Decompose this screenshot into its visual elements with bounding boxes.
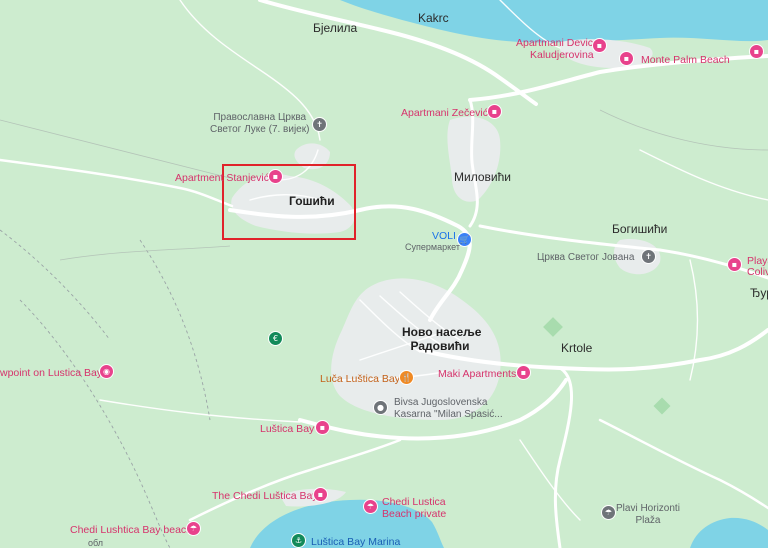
label-bjelila[interactable]: Бјелила [313,21,357,35]
label-bottom-cut: обл [88,538,104,548]
poi-kasarna-line-1: Bivsa Jugoslovenska [394,397,488,408]
poi-marina-label[interactable]: Luštica Bay Marina [311,536,400,548]
poi-zecevic-label[interactable]: Apartmani Zečević [401,107,488,119]
contour-1 [0,119,231,179]
camera-icon-viewpoint[interactable]: ◉ [99,364,114,379]
restaurant-icon-luca[interactable]: 🍴 [399,370,414,385]
poi-maki-label[interactable]: Maki Apartments [438,368,516,380]
poi-chedi-label[interactable]: The Chedi Luštica Bay [212,490,318,502]
hotel-icon-east[interactable]: ▪ [749,44,764,59]
minor-road-13 [99,399,301,423]
poi-church-luke-line-2: Светог Луке (7. вијек) [210,124,310,135]
marina-icon[interactable]: ⚓ [291,533,306,548]
trail-2 [0,229,111,341]
poi-stanjevic-label[interactable]: Apartment Stanjević [175,172,269,184]
contour-3 [599,109,768,151]
landmark-icon-kasarna[interactable]: ● [373,400,388,415]
minor-road-10 [639,149,768,201]
poi-voli-sub: Супермаркет [405,242,460,252]
beach-icon-chedi-private[interactable]: ☂ [363,499,378,514]
label-kakrc[interactable]: Kakrc [418,11,449,25]
poi-lustica-bay-label[interactable]: Luštica Bay [260,423,314,435]
church-icon-jovan[interactable]: ✝ [641,249,656,264]
map-base [0,0,768,548]
contour-2 [59,245,231,261]
hotel-icon-monte-palm[interactable]: ▪ [619,51,634,66]
label-milovici[interactable]: Миловићи [454,170,511,184]
poi-viewpoint-label[interactable]: wpoint on Lustica Bay [0,367,102,379]
trail-1 [19,299,171,548]
hotel-icon-maki[interactable]: ▪ [516,365,531,380]
road-right [598,418,768,510]
poi-plavi-line-2: Plaža [635,515,661,526]
poi-plavi-line-1: Plavi Horizonti [616,503,680,514]
map-view[interactable]: Бјелила Kakrc Гошићи Миловићи Богишићи Н… [0,0,768,548]
water-bottom-right [690,517,768,548]
beach-icon-chedi[interactable]: ☂ [186,521,201,536]
trail-3 [139,239,211,421]
poi-chedi-private-label-2[interactable]: Beach private [382,508,446,520]
poi-apartmani-devic-label-1[interactable]: Apartmani Devic [516,37,593,49]
hotel-icon-chedi[interactable]: ▪ [313,487,328,502]
poi-playa-label-2[interactable]: Coliv [747,266,768,278]
euro-atm-icon[interactable]: € [268,331,283,346]
church-icon-luke[interactable]: ✝ [312,117,327,132]
hotel-icon-devic[interactable]: ▪ [592,38,607,53]
hotel-icon-stanjevic[interactable]: ▪ [268,169,283,184]
poi-plavi-label[interactable]: Plavi Horizonti Plaža [616,503,680,527]
poi-voli-label[interactable]: VOLI [432,230,456,242]
label-krtole[interactable]: Krtole [561,341,592,355]
poi-chedi-beach-label[interactable]: Chedi Lushtica Bay beach [70,524,192,536]
hotel-icon-playa[interactable]: ▪ [727,257,742,272]
poi-kasarna-label[interactable]: Bivsa Jugoslovenska Kasarna "Milan Spasi… [394,397,503,421]
hotel-icon-lustica-bay[interactable]: ▪ [315,420,330,435]
label-djur[interactable]: Ђур [750,286,768,300]
park-patch-2 [653,397,671,415]
label-novo-naselje-radovici[interactable]: Ново насеље Радовићи [402,325,482,353]
poi-chedi-private-label-1[interactable]: Chedi Lustica [382,496,446,508]
label-radovici: Радовићи [410,339,470,353]
poi-church-luke-label[interactable]: Православна Црква Светог Луке (7. вијек) [210,112,309,136]
label-gosici[interactable]: Гошићи [289,194,335,208]
poi-church-luke-line-1: Православна Црква [213,112,307,123]
poi-apartmani-devic-label-2[interactable]: Kaludjerovina [530,49,594,61]
shopping-cart-icon[interactable]: 🛒 [457,232,472,247]
poi-monte-palm-label[interactable]: Monte Palm Beach [641,54,730,66]
hotel-icon-zecevic[interactable]: ▪ [487,104,502,119]
poi-luca-label[interactable]: Luča Luštica Bay [320,373,400,385]
poi-kasarna-line-2: Kasarna "Milan Spasić... [394,409,503,420]
park-patch-1 [543,317,563,337]
beach-icon-plavi-horizonti[interactable]: ☂ [601,505,616,520]
road-krtole [553,366,573,548]
label-bogisici[interactable]: Богишићи [612,222,667,236]
label-novo-naselje: Ново насеље [402,325,482,339]
poi-church-jovan-label[interactable]: Црква Светог Јована [537,252,634,264]
minor-road-12 [519,439,581,521]
